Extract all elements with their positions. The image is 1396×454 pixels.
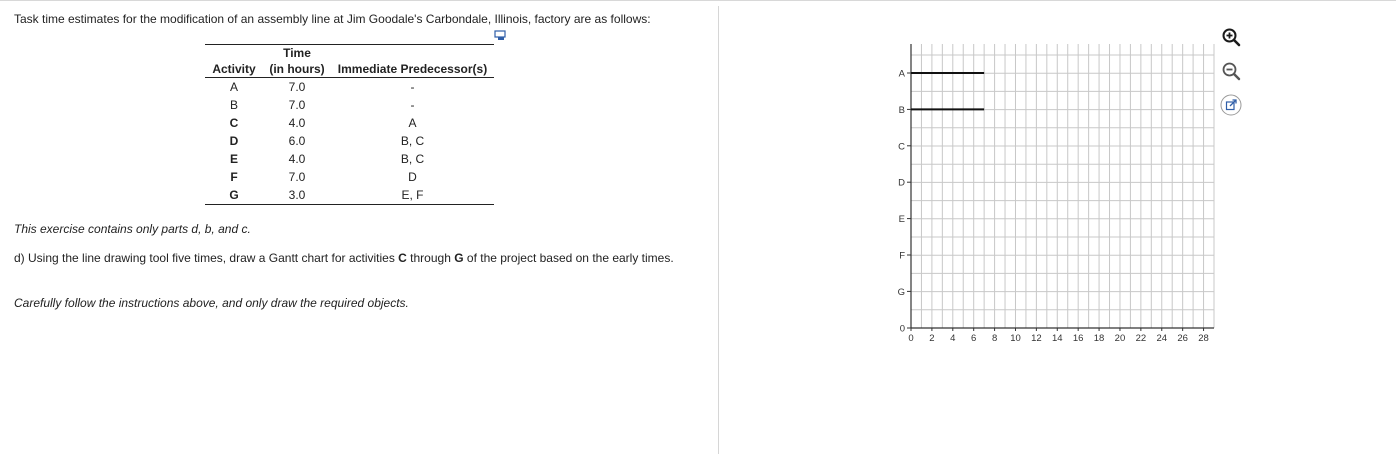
header-time-bottom: (in hours)	[263, 61, 331, 78]
cell-time: 4.0	[288, 152, 306, 166]
cell-time: 3.0	[263, 186, 331, 205]
cell-pred: -	[410, 98, 415, 112]
header-time-top: Time	[283, 46, 311, 60]
x-tick-label: 20	[1115, 333, 1126, 344]
question-intro: Task time estimates for the modification…	[14, 12, 651, 26]
gantt-chart[interactable]: ABCDEFG00 2 4 6 8 10 12 14 16 18 20 22 24 26 28	[890, 38, 1220, 348]
table-row: F 7.0 D	[205, 168, 494, 186]
task-table: Time Activity (in hours) Immediate Prede…	[205, 44, 494, 205]
x-tick-label: 24	[1156, 333, 1167, 344]
cell-pred: D	[408, 170, 417, 184]
cell-time: 7.0	[288, 170, 306, 184]
x-tick-label: 14	[1052, 333, 1063, 344]
part-d-prompt: d) Using the line drawing tool five time…	[14, 251, 704, 266]
part-d-bold-end: G	[454, 251, 464, 265]
header-blank-pred	[331, 45, 494, 62]
cell-activity: A	[229, 80, 238, 94]
copy-table-icon[interactable]	[494, 30, 508, 42]
parts-note: This exercise contains only parts d, b, …	[14, 222, 251, 236]
cell-pred: B, C	[400, 134, 425, 148]
table-row: D 6.0 B, C	[205, 132, 494, 150]
cell-pred: -	[410, 80, 415, 94]
x-tick-label: 0	[908, 333, 913, 344]
x-tick-label: 2	[929, 333, 934, 344]
header-predecessor: Immediate Predecessor(s)	[331, 61, 494, 78]
table-row: A 7.0 -	[205, 78, 494, 97]
zoom-out-icon[interactable]	[1220, 60, 1242, 82]
y-tick-label: C	[898, 141, 905, 152]
table-row: B 7.0 -	[205, 96, 494, 114]
cell-activity: G	[205, 186, 263, 205]
header-blank-activity	[205, 45, 263, 62]
x-tick-label: 12	[1031, 333, 1042, 344]
x-tick-label: 28	[1198, 333, 1209, 344]
cell-activity: F	[230, 170, 238, 184]
y-tick-label: G	[898, 287, 905, 298]
cell-activity: D	[229, 134, 239, 148]
x-tick-label: 8	[992, 333, 997, 344]
cell-pred: A	[408, 116, 417, 130]
cell-time: 4.0	[288, 116, 306, 130]
x-tick-label: 26	[1177, 333, 1188, 344]
popout-icon[interactable]	[1220, 94, 1242, 116]
cell-time: 7.0	[288, 98, 306, 112]
part-d-bold-start: C	[398, 251, 407, 265]
y-tick-label: B	[899, 105, 905, 116]
cell-time: 6.0	[288, 134, 306, 148]
table-row: E 4.0 B, C	[205, 150, 494, 168]
y-tick-label: D	[898, 178, 905, 189]
panel-divider	[718, 6, 719, 454]
cell-pred: B, C	[400, 152, 425, 166]
y-tick-label: E	[899, 214, 905, 225]
cell-time: 7.0	[288, 80, 306, 94]
zoom-in-icon[interactable]	[1220, 26, 1242, 48]
x-tick-label: 4	[950, 333, 955, 344]
instruction-text: Carefully follow the instructions above,…	[14, 296, 409, 310]
cell-pred: E, F	[331, 186, 494, 205]
x-tick-label: 10	[1010, 333, 1021, 344]
part-d-text-before: d) Using the line drawing tool five time…	[14, 251, 399, 265]
x-tick-label: 18	[1094, 333, 1105, 344]
x-tick-label: 16	[1073, 333, 1084, 344]
header-activity: Activity	[205, 61, 263, 78]
cell-activity: C	[229, 116, 239, 130]
table-row: G 3.0 E, F	[205, 186, 494, 205]
part-d-text-after: of the project based on the early times.	[463, 251, 674, 265]
part-d-text-middle: through	[406, 251, 455, 265]
top-rule	[0, 0, 1396, 1]
x-tick-label: 22	[1136, 333, 1147, 344]
x-tick-label: 6	[971, 333, 976, 344]
cell-activity: E	[229, 152, 238, 166]
y-tick-label: A	[899, 69, 906, 80]
y-tick-label: 0	[900, 324, 905, 335]
y-tick-label: F	[899, 251, 905, 262]
table-row: C 4.0 A	[205, 114, 494, 132]
cell-activity: B	[229, 98, 238, 112]
